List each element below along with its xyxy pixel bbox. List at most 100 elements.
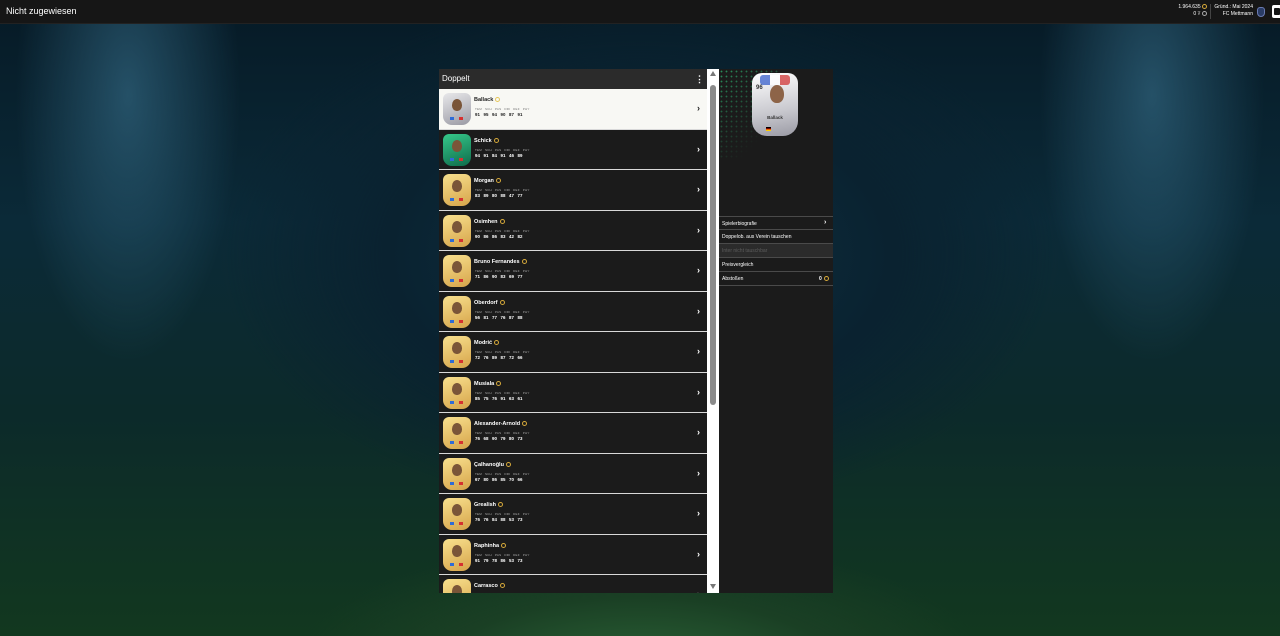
action-price-compare[interactable]: Preisvergleich (719, 258, 833, 272)
profile-logo-icon[interactable] (1272, 5, 1280, 18)
scroll-up-icon[interactable] (710, 71, 716, 76)
club-name: FC Mettmann (1222, 11, 1253, 17)
nation-flag-icon (450, 279, 454, 282)
player-name: Modrić (474, 340, 500, 346)
player-card-thumbnail (443, 214, 471, 247)
player-name: Osimhen (474, 219, 505, 225)
player-name-text: Raphinha (474, 542, 500, 549)
club-founded: Gründ.: Mai 2024 (1214, 4, 1253, 10)
card-stripes (760, 75, 790, 85)
stat-labels: TEM SCH PAS DRI DEF PHY (475, 188, 530, 192)
list-item[interactable]: Çalhanoğlu TEM SCH PAS DRI DEF PHY 67 80 8… (439, 453, 707, 494)
player-portrait (452, 261, 462, 273)
nation-flag-icon (450, 562, 454, 566)
stat-values: 76 68 90 79 80 73 (475, 436, 523, 441)
stat-values: 76 76 84 88 53 73 (475, 517, 523, 522)
stat-values: 72 76 89 87 72 66 (475, 355, 523, 360)
stat-values: 83 89 80 88 47 77 (475, 193, 523, 198)
list-item[interactable]: Bruno Fernandes TEM SCH PAS DRI DEF PHY 71… (439, 251, 707, 292)
chemistry-icon (499, 583, 505, 589)
action-swap-duplicate[interactable]: Doppelob. aus Verein tauschen (719, 230, 833, 244)
player-card-thumbnail (443, 417, 471, 449)
chemistry-icon (495, 97, 501, 103)
chevron-right-icon: › (697, 386, 700, 397)
list-item[interactable]: Morgan TEM SCH PAS DRI DEF PHY 83 89 80 88… (439, 170, 707, 211)
player-portrait (452, 301, 462, 314)
nation-flag-icon (450, 198, 454, 201)
list-item[interactable]: Osimhen TEM SCH PAS DRI DEF PHY 90 86 86 8… (439, 210, 707, 251)
chevron-right-icon: › (824, 219, 827, 226)
player-card-thumbnail (443, 295, 471, 328)
list-item[interactable]: Musiala TEM SCH PAS DRI DEF PHY 85 75 76 9… (439, 372, 707, 413)
card-rating: 96 (756, 85, 763, 91)
chemistry-icon (499, 218, 505, 224)
list-item[interactable]: Ballack TEM SCH PAS DRI DEF PHY 91 95 94 9… (439, 89, 707, 130)
action-label: Preisvergleich (722, 262, 754, 268)
nation-flag-icon (450, 360, 454, 363)
action-label: Doppelob. aus Verein tauschen (722, 234, 792, 240)
list-scrollbar[interactable] (707, 69, 719, 593)
action-discard[interactable]: Abstoßen 0 (719, 272, 833, 286)
chevron-right-icon: › (697, 467, 700, 478)
chemistry-icon (499, 299, 505, 305)
stat-labels: TEM SCH PAS DRI DEF PHY (475, 390, 530, 395)
club-badge-icon (459, 279, 463, 282)
chemistry-icon (501, 542, 507, 548)
coin-icon (824, 276, 829, 281)
player-portrait (452, 544, 462, 557)
player-name-text: Grealish (474, 502, 497, 508)
action-player-bio[interactable]: Spielerbiografie › (719, 216, 833, 230)
club-badge-icon (459, 198, 463, 201)
list-item[interactable]: Raphinha TEM SCH PAS DRI DEF PHY 91 79 78 … (439, 534, 707, 575)
player-name: Ballack (474, 97, 501, 103)
stat-labels: TEM SCH PAS DRI DEF PHY (475, 147, 530, 152)
player-card-thumbnail (443, 174, 471, 206)
action-untradeable: Inter nicht tauschbar (719, 244, 833, 258)
player-name-text: Çalhanoğlu (474, 461, 504, 468)
list-item[interactable]: Modrić TEM SCH PAS DRI DEF PHY 72 76 89 87… (439, 332, 707, 373)
currency-display: 1.964.635 0 ₮ (1178, 4, 1207, 18)
player-name: Oberdorf (474, 300, 505, 306)
player-portrait (452, 382, 462, 395)
player-name-text: Bruno Fernandes (474, 259, 520, 265)
club-badge-icon (459, 360, 463, 363)
player-card-thumbnail (443, 498, 471, 530)
list-item[interactable]: Carrasco › (439, 575, 707, 593)
player-name: Bruno Fernandes (474, 259, 527, 265)
list-item[interactable]: Schick TEM SCH PAS DRI DEF PHY 94 91 84 91… (439, 129, 707, 170)
scroll-thumb[interactable] (710, 85, 716, 405)
list-item[interactable]: Oberdorf TEM SCH PAS DRI DEF PHY 56 81 77 … (439, 291, 707, 332)
action-label: Inter nicht tauschbar (722, 248, 768, 254)
chevron-right-icon: › (697, 305, 700, 316)
club-badge-icon (459, 562, 463, 566)
club-badge-icon (459, 157, 463, 161)
stat-labels: TEM SCH PAS DRI DEF PHY (475, 512, 530, 516)
scroll-down-icon[interactable] (710, 584, 716, 589)
player-card-thumbnail (443, 255, 471, 287)
stat-labels: TEM SCH PAS DRI DEF PHY (475, 471, 530, 476)
player-name-text: Schick (474, 137, 492, 144)
stat-values: 90 86 86 83 42 82 (475, 233, 523, 239)
list-header: Doppelt ⋮ (439, 69, 707, 89)
club-badge-icon (1257, 7, 1265, 17)
chevron-right-icon: › (697, 143, 700, 154)
club-badge-icon (459, 481, 463, 485)
chemistry-icon (495, 178, 501, 184)
player-name-text: Carrasco (474, 583, 498, 589)
player-name-text: Musiala (474, 380, 495, 387)
topbar-divider (1210, 4, 1211, 19)
list-item[interactable]: Grealish TEM SCH PAS DRI DEF PHY 76 76 84 … (439, 494, 707, 535)
player-card-thumbnail (443, 93, 471, 125)
discard-value: 0 (819, 276, 822, 282)
player-portrait (452, 504, 462, 516)
top-bar: Nicht zugewiesen 1.964.635 0 ₮ Gründ.: M… (0, 0, 1280, 24)
action-menu: Spielerbiografie › Doppelob. aus Verein … (719, 216, 833, 286)
stat-values: 85 75 76 91 63 61 (475, 395, 523, 401)
chemistry-icon (493, 137, 499, 143)
stat-labels: TEM SCH PAS DRI DEF PHY (475, 552, 530, 557)
chevron-right-icon: › (697, 103, 700, 113)
player-card-thumbnail (443, 133, 471, 166)
list-item[interactable]: Alexander-Arnold TEM SCH PAS DRI DEF PHY 7… (439, 413, 707, 454)
nation-flag-icon (450, 238, 454, 242)
more-options-icon[interactable]: ⋮ (695, 73, 704, 85)
